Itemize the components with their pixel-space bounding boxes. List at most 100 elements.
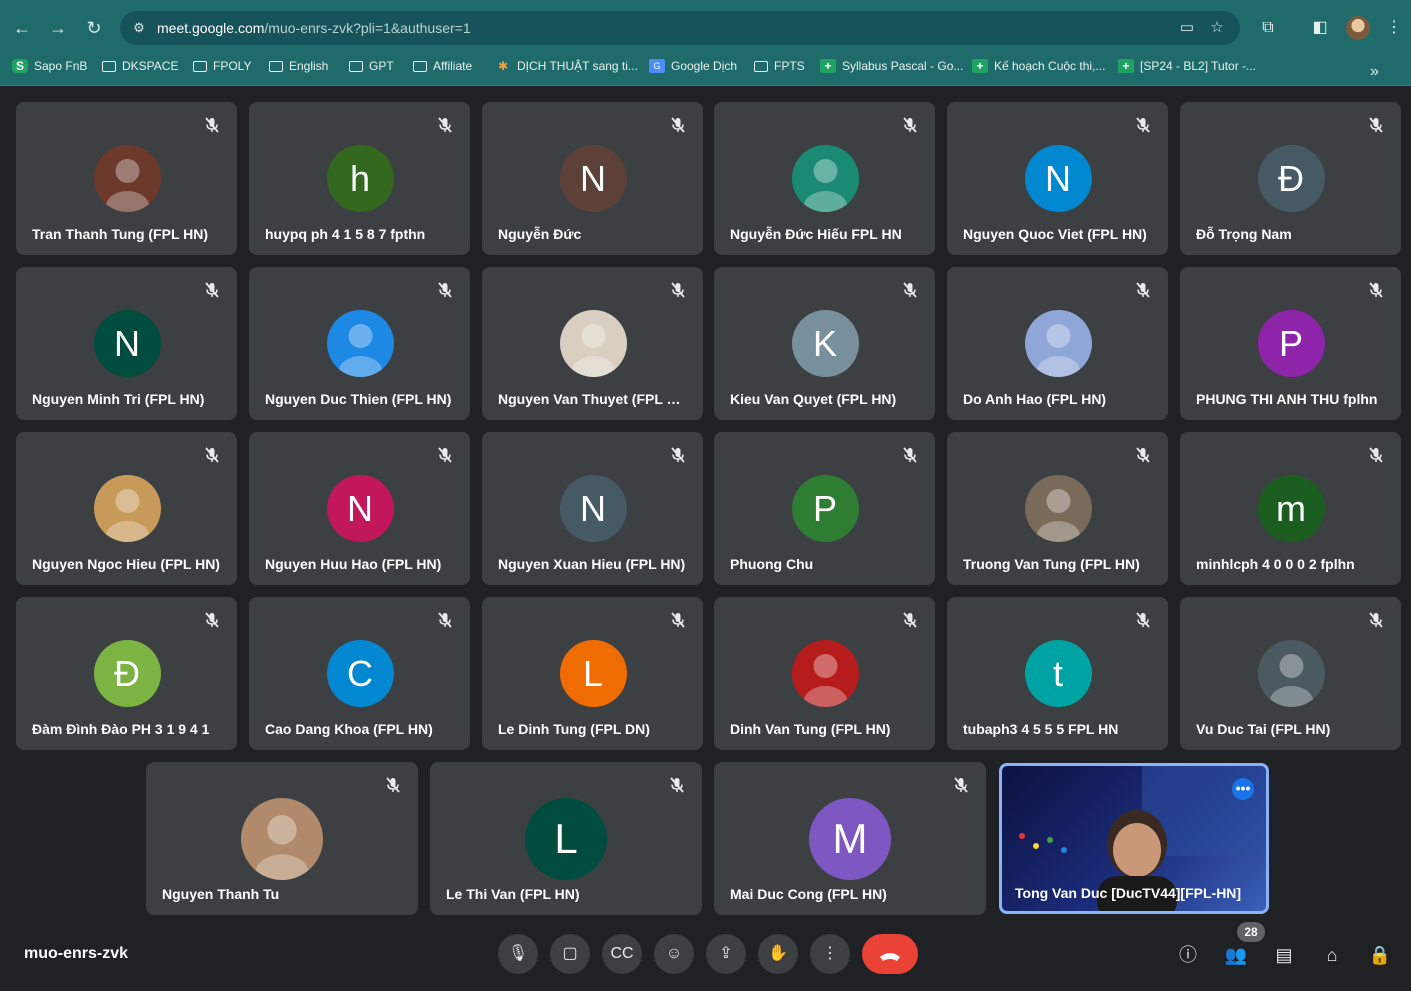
participant-tile[interactable]: h huypq ph 4 1 5 8 7 fpthn (249, 102, 470, 255)
participant-avatar: h (326, 145, 394, 212)
raise-hand-button[interactable]: ✋ (758, 934, 798, 974)
people-icon[interactable]: 👥 (1223, 942, 1249, 968)
bookmark-label: Google Dịch (671, 59, 738, 73)
participant-tile[interactable]: N Nguyen Xuan Hieu (FPL HN) (482, 432, 703, 585)
bookmark-item[interactable]: GPT (349, 57, 394, 75)
bookmarks-overflow-icon[interactable]: » (1370, 63, 1379, 81)
participant-name: Cao Dang Khoa (FPL HN) (265, 721, 433, 737)
site-info-icon[interactable]: ⚙ (130, 19, 148, 37)
chat-icon[interactable]: ▤ (1271, 942, 1297, 968)
participant-tile[interactable]: M Mai Duc Cong (FPL HN) (714, 762, 986, 915)
participant-tile[interactable]: t tubaph3 4 5 5 5 FPL HN (947, 597, 1168, 750)
bookmark-item[interactable]: English (269, 57, 328, 75)
sheets-icon: + (820, 59, 836, 73)
bookmark-item[interactable]: ✱ DỊCH THUẬT sang ti... (495, 57, 638, 75)
host-controls-icon[interactable]: 🔒 (1367, 942, 1393, 968)
captions-button[interactable]: CC (602, 934, 642, 974)
participant-tile[interactable]: P Phuong Chu (714, 432, 935, 585)
participant-tile[interactable]: m minhlcph 4 0 0 0 2 fplhn (1180, 432, 1401, 585)
participant-avatar (93, 145, 161, 212)
microphone-button[interactable]: 🎙 (498, 934, 538, 974)
participant-avatar: N (559, 475, 627, 542)
participant-name: Nguyen Minh Tri (FPL HN) (32, 391, 205, 407)
participant-name: Tran Thanh Tung (FPL HN) (32, 226, 209, 242)
mic-muted-icon (203, 446, 221, 464)
bookmark-item[interactable]: Affiliate (413, 57, 472, 75)
participant-tile[interactable]: N Nguyen Huu Hao (FPL HN) (249, 432, 470, 585)
participant-tile[interactable]: N Nguyen Quoc Viet (FPL HN) (947, 102, 1168, 255)
participant-tile[interactable]: K Kieu Van Quyet (FPL HN) (714, 267, 935, 420)
participant-tile[interactable]: N Nguyễn Đức (482, 102, 703, 255)
self-more-options-button[interactable]: ••• (1232, 778, 1254, 800)
mic-muted-icon (669, 281, 687, 299)
self-video-tile[interactable]: ••• Tong Van Duc [DucTV44][FPL-HN] (999, 763, 1269, 914)
participant-tile[interactable]: C Cao Dang Khoa (FPL HN) (249, 597, 470, 750)
bookmark-item[interactable]: + Kế hoạch Cuộc thi,... (972, 57, 1105, 75)
leave-call-button[interactable] (862, 934, 918, 974)
participant-tile[interactable]: Đ Đỗ Trọng Nam (1180, 102, 1401, 255)
participant-tile[interactable]: Truong Van Tung (FPL HN) (947, 432, 1168, 585)
participant-tile[interactable]: Nguyen Ngoc Hieu (FPL HN) (16, 432, 237, 585)
bookmark-item[interactable]: FPOLY (193, 57, 251, 75)
bookmark-star-icon[interactable]: ☆ (1208, 19, 1226, 37)
bookmark-label: Sapo FnB (34, 59, 88, 73)
participant-tile[interactable]: Do Anh Hao (FPL HN) (947, 267, 1168, 420)
participant-tile[interactable]: P PHUNG THI ANH THU fplhn (1180, 267, 1401, 420)
participant-tile[interactable]: N Nguyen Minh Tri (FPL HN) (16, 267, 237, 420)
address-bar[interactable]: ⚙ meet.google.com/muo-enrs-zvk?pli=1&aut… (120, 11, 1240, 45)
mic-muted-icon (203, 116, 221, 134)
activities-icon[interactable]: ⌂ (1319, 942, 1345, 968)
participant-tile[interactable]: Dinh Van Tung (FPL HN) (714, 597, 935, 750)
participant-tile[interactable]: L Le Thi Van (FPL HN) (430, 762, 702, 915)
extensions-icon[interactable]: ⧉ (1256, 16, 1280, 40)
bookmark-label: DỊCH THUẬT sang ti... (517, 59, 638, 73)
participant-name: Kieu Van Quyet (FPL HN) (730, 391, 897, 407)
mic-muted-icon (901, 116, 919, 134)
bookmark-label: Syllabus Pascal - Go... (842, 59, 964, 73)
participant-avatar: N (93, 310, 161, 377)
bookmark-label: Affiliate (433, 59, 473, 73)
menu-kebab-icon[interactable]: ⋮ (1382, 16, 1406, 40)
folder-icon (193, 60, 207, 72)
reload-icon[interactable]: ↻ (82, 16, 106, 40)
bookmark-label: [SP24 - BL2] Tutor -... (1140, 59, 1257, 73)
bookmark-item[interactable]: G Google Dịch (649, 57, 737, 75)
participant-tile[interactable]: Nguyen Duc Thien (FPL HN) (249, 267, 470, 420)
bookmark-item[interactable]: + [SP24 - BL2] Tutor -... (1118, 57, 1256, 75)
participant-tile[interactable]: Tran Thanh Tung (FPL HN) (16, 102, 237, 255)
participant-tile[interactable]: Nguyễn Đức Hiếu FPL HN (714, 102, 935, 255)
participant-tile[interactable]: L Le Dinh Tung (FPL DN) (482, 597, 703, 750)
bookmark-item[interactable]: FPTS (754, 57, 805, 75)
reactions-button[interactable]: ☺ (654, 934, 694, 974)
bookmark-label: FPOLY (213, 59, 252, 73)
participant-avatar: Đ (93, 640, 161, 707)
camera-button[interactable]: ▢ (550, 934, 590, 974)
participant-avatar: m (1257, 475, 1325, 542)
side-panel-icon[interactable]: ◧ (1308, 16, 1332, 40)
participant-avatar (326, 310, 394, 377)
participant-count-badge: 28 (1237, 922, 1265, 942)
bookmark-item[interactable]: DKSPACE (102, 57, 178, 75)
profile-avatar[interactable] (1346, 16, 1370, 40)
bookmark-item[interactable]: S Sapo FnB (12, 57, 87, 75)
participant-tile[interactable]: Nguyen Thanh Tu (146, 762, 418, 915)
participant-avatar: M (809, 798, 891, 880)
participant-avatar (93, 475, 161, 542)
cast-icon[interactable]: ▭ (1178, 19, 1196, 37)
meeting-details-icon[interactable]: ⓘ (1175, 942, 1201, 968)
back-icon[interactable]: ← (10, 16, 34, 40)
bookmark-item[interactable]: + Syllabus Pascal - Go... (820, 57, 963, 75)
participant-name: Nguyen Quoc Viet (FPL HN) (963, 226, 1147, 242)
participant-tile[interactable]: Nguyen Van Thuyet (FPL H... (482, 267, 703, 420)
sheets-icon: + (972, 59, 988, 73)
mic-muted-icon (1134, 611, 1152, 629)
forward-icon[interactable]: → (46, 16, 70, 40)
participant-tile[interactable]: Đ Đàm Đình Đào PH 3 1 9 4 1 (16, 597, 237, 750)
mic-muted-icon (901, 281, 919, 299)
participant-name: Nguyễn Đức Hiếu FPL HN (730, 226, 902, 242)
mic-muted-icon (1134, 446, 1152, 464)
mic-muted-icon (669, 611, 687, 629)
more-options-button[interactable]: ⋮ (810, 934, 850, 974)
participant-tile[interactable]: Vu Duc Tai (FPL HN) (1180, 597, 1401, 750)
present-screen-button[interactable]: ⇪ (706, 934, 746, 974)
